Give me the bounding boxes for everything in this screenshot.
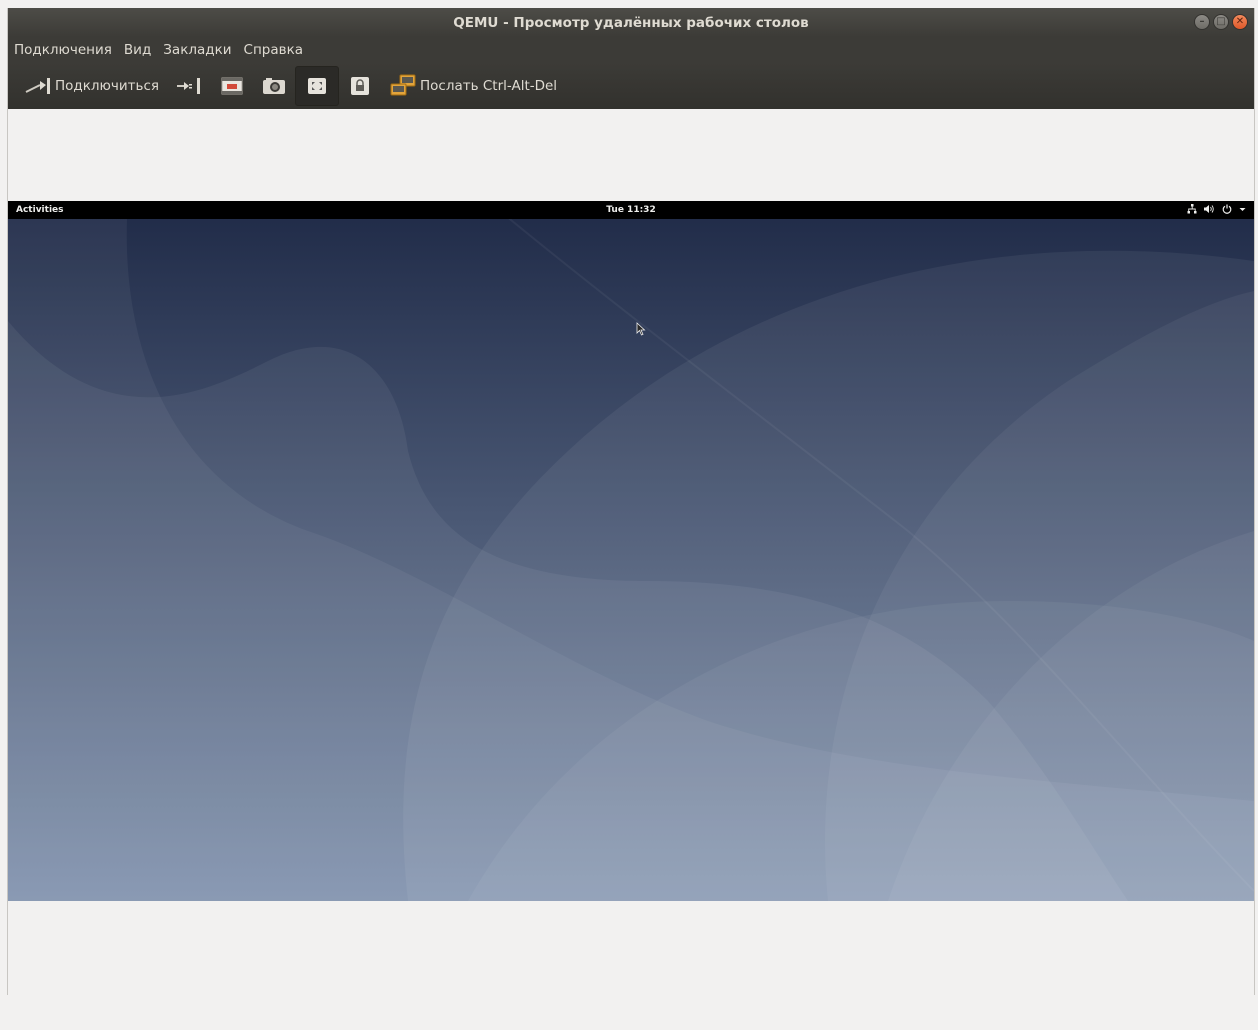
mouse-cursor-icon: [636, 321, 646, 340]
connect-label: Подключиться: [55, 78, 160, 94]
scaling-button[interactable]: [295, 66, 340, 106]
toolbar: Подключиться Послать Ctrl-Alt-Del: [8, 63, 1254, 109]
fullscreen-icon: [219, 76, 245, 96]
window-controls: – □ ✕: [1194, 14, 1248, 30]
connect-button[interactable]: Подключиться: [16, 66, 167, 106]
close-button[interactable]: ✕: [1232, 14, 1248, 30]
screenshot-button[interactable]: [253, 66, 295, 106]
menu-bookmarks[interactable]: Закладки: [163, 42, 237, 58]
send-keys-icon: [389, 74, 417, 98]
minimize-button[interactable]: –: [1194, 14, 1210, 30]
power-icon: [1222, 204, 1232, 217]
fullscreen-button[interactable]: [211, 66, 253, 106]
keyboard-lock-button[interactable]: [339, 66, 381, 106]
maximize-button[interactable]: □: [1213, 14, 1229, 30]
send-ctrl-alt-del-button[interactable]: Послать Ctrl-Alt-Del: [381, 66, 565, 106]
minimize-icon: –: [1199, 16, 1205, 27]
app-window: QEMU - Просмотр удалённых рабочих столов…: [7, 8, 1255, 995]
disconnect-icon: [175, 76, 203, 96]
gnome-top-bar: Activities Tue 11:32: [8, 201, 1254, 219]
chevron-down-icon: [1239, 204, 1246, 217]
network-icon: [1187, 203, 1197, 217]
menu-connections[interactable]: Подключения: [14, 42, 118, 58]
disconnect-button[interactable]: [167, 66, 211, 106]
remote-display-area: Activities Tue 11:32: [8, 109, 1254, 995]
maximize-icon: □: [1216, 16, 1226, 27]
scaling-icon: [304, 76, 330, 96]
screenshot-icon: [261, 76, 287, 96]
clock[interactable]: Tue 11:32: [8, 205, 1254, 215]
menu-bar: Подключения Вид Закладки Справка: [8, 37, 1254, 63]
keyboard-lock-icon: [347, 76, 373, 96]
volume-icon: [1204, 204, 1215, 217]
menu-help[interactable]: Справка: [244, 42, 309, 58]
window-title: QEMU - Просмотр удалённых рабочих столов: [453, 14, 809, 31]
send-ctrl-alt-del-label: Послать Ctrl-Alt-Del: [420, 78, 558, 94]
system-tray[interactable]: [1187, 203, 1246, 217]
menu-view[interactable]: Вид: [124, 42, 157, 58]
title-bar[interactable]: QEMU - Просмотр удалённых рабочих столов…: [8, 8, 1254, 37]
desktop-wallpaper: [8, 201, 1254, 901]
vm-display[interactable]: Activities Tue 11:32: [8, 201, 1254, 901]
close-icon: ✕: [1235, 16, 1245, 27]
connect-icon: [24, 76, 52, 96]
